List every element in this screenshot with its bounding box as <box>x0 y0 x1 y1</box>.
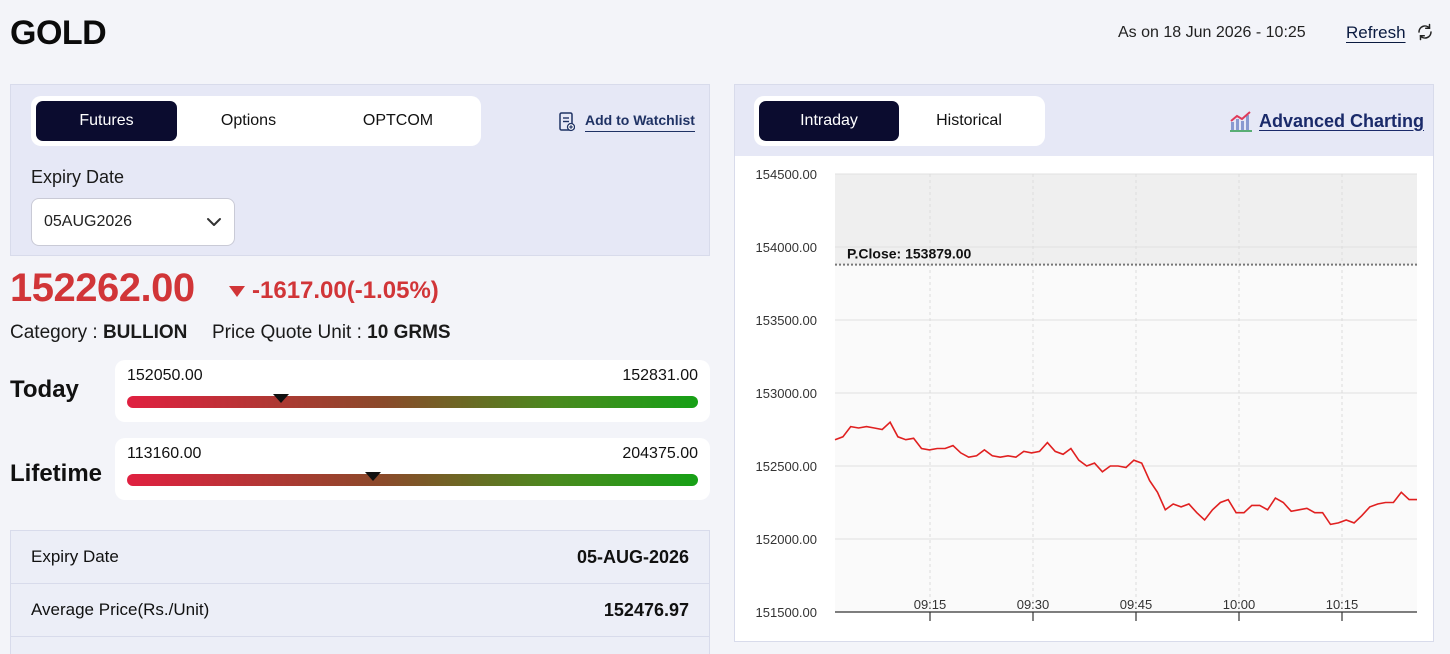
prev-close-label: P.Close: 153879.00 <box>847 246 971 262</box>
x-tick-label: 09:15 <box>914 597 947 612</box>
contract-selector-panel: Futures Options OPTCOM Add to Watchlist … <box>10 84 710 256</box>
price-change-value: -1617.00(-1.05%) <box>252 277 439 304</box>
y-tick-label: 151500.00 <box>756 605 817 620</box>
info-value: 152476.97 <box>603 599 689 620</box>
chart-panel-header: Intraday Historical Advanced Charting <box>735 85 1433 156</box>
add-to-watchlist-button[interactable]: Add to Watchlist <box>559 112 695 132</box>
category-value: BULLION <box>102 322 188 343</box>
lifetime-low: 113160.00 <box>127 445 202 462</box>
today-low: 152050.00 <box>127 367 203 384</box>
y-tick-label: 152500.00 <box>756 459 817 474</box>
lifetime-range-label: Lifetime <box>10 460 103 487</box>
price-quote-unit-value: 10 GRMS <box>367 322 451 343</box>
x-tick-label: 09:45 <box>1120 597 1153 612</box>
last-price: 152262.00 <box>10 266 195 310</box>
y-tick-label: 153000.00 <box>756 386 817 401</box>
tab-intraday[interactable]: Intraday <box>759 101 899 141</box>
tab-historical[interactable]: Historical <box>904 101 1034 141</box>
x-tick-label: 10:00 <box>1223 597 1256 612</box>
table-row: Average Price(Rs./Unit) 152476.97 <box>11 584 709 637</box>
chart-tabs: Intraday Historical <box>754 96 1045 146</box>
info-value: 05-AUG-2026 <box>576 546 689 567</box>
x-tick-label: 10:15 <box>1326 597 1359 612</box>
lifetime-range-bar <box>127 474 698 486</box>
price-change: -1617.00(-1.05%) <box>228 277 439 305</box>
as-on-timestamp: As on 18 Jun 2026 - 10:25 <box>1118 24 1306 41</box>
instrument-tabs: Futures Options OPTCOM <box>31 96 481 146</box>
lifetime-range-card: 113160.00 204375.00 <box>115 438 710 500</box>
down-arrow-icon <box>229 286 245 297</box>
today-range-card: 152050.00 152831.00 <box>115 360 710 422</box>
y-tick-label: 154500.00 <box>756 167 817 182</box>
advanced-charting-link[interactable]: Advanced Charting <box>1229 110 1424 132</box>
price-quote-unit-label: Price Quote Unit : <box>211 322 368 343</box>
y-tick-label: 154000.00 <box>756 240 817 255</box>
advanced-charting-label: Advanced Charting <box>1259 110 1425 131</box>
today-range-label: Today <box>10 376 79 403</box>
contract-info-table: Expiry Date 05-AUG-2026 Average Price(Rs… <box>10 530 710 654</box>
tab-futures[interactable]: Futures <box>36 101 177 141</box>
watchlist-label: Add to Watchlist <box>585 112 695 132</box>
expiry-date-select[interactable]: 05AUG2026 <box>31 198 235 246</box>
refresh-icon[interactable] <box>1416 23 1434 41</box>
chart-panel: Intraday Historical Advanced Charting 15… <box>734 84 1434 642</box>
today-range-marker <box>273 394 290 403</box>
lifetime-range-marker <box>364 472 381 481</box>
watchlist-icon <box>559 112 575 132</box>
refresh-link[interactable]: Refresh <box>1346 23 1406 43</box>
category-label: Category : <box>10 322 103 343</box>
tab-options[interactable]: Options <box>181 101 316 141</box>
expiry-date-value: 05AUG2026 <box>44 213 133 230</box>
chevron-down-icon <box>207 218 221 226</box>
today-high: 152831.00 <box>622 367 698 384</box>
page-title: GOLD <box>10 14 107 52</box>
today-range-bar <box>127 396 698 408</box>
x-tick-label: 09:30 <box>1017 597 1050 612</box>
info-label: Average Price(Rs./Unit) <box>31 600 210 619</box>
intraday-chart: 154500.00 154000.00 153500.00 153000.00 1525… <box>756 167 1417 621</box>
chart-shade-below <box>835 264 1417 612</box>
y-tick-label: 152000.00 <box>756 532 817 547</box>
table-row: Expiry Date 05-AUG-2026 <box>11 531 709 584</box>
chart-icon <box>1230 111 1252 132</box>
lifetime-high: 204375.00 <box>622 445 698 462</box>
category-line: Category : BULLION Price Quote Unit : 10… <box>10 322 451 344</box>
expiry-date-label: Expiry Date <box>31 167 125 187</box>
y-tick-label: 153500.00 <box>756 313 817 328</box>
info-label: Expiry Date <box>31 547 119 566</box>
tab-optcom[interactable]: OPTCOM <box>327 101 469 141</box>
